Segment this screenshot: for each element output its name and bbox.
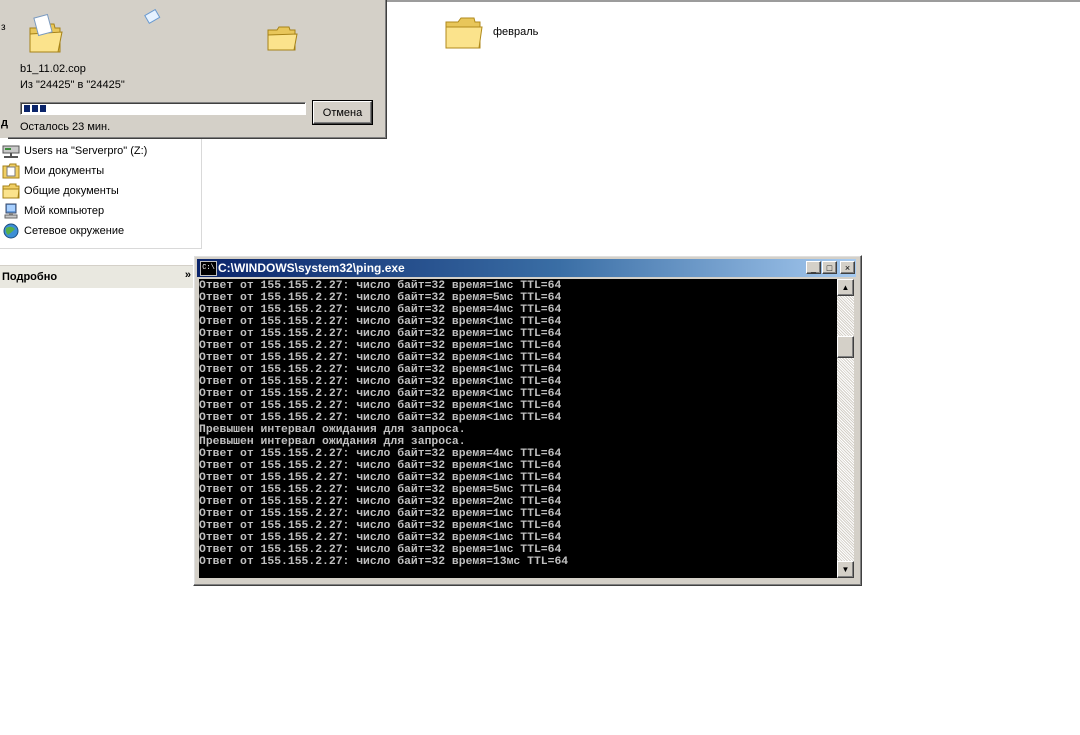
destination-folder-icon [267, 26, 298, 51]
console-line: Ответ от 155.155.2.27: число байт=32 вре… [199, 556, 569, 568]
console-line: Ответ от 155.155.2.27: число байт=32 вре… [199, 352, 562, 364]
console-line: Ответ от 155.155.2.27: число байт=32 вре… [199, 448, 562, 460]
console-line: Ответ от 155.155.2.27: число байт=32 вре… [199, 496, 562, 508]
place-label: Мой компьютер [24, 205, 105, 217]
edge-label-top: з [1, 22, 6, 33]
flying-document-icon [144, 8, 161, 25]
copy-progress-bar [20, 102, 306, 115]
console-title: C:\WINDOWS\system32\ping.exe [218, 261, 405, 275]
network-places-icon [3, 223, 19, 239]
place-shared-documents[interactable]: Общие документы [0, 181, 200, 201]
my-computer-icon [4, 203, 18, 219]
progress-block [32, 105, 38, 112]
network-drive-icon [2, 145, 20, 158]
place-label: Общие документы [24, 185, 119, 197]
minimize-button[interactable]: _ [806, 261, 821, 274]
console-line: Ответ от 155.155.2.27: число байт=32 вре… [199, 388, 562, 400]
copy-filename: b1_11.02.cop [20, 63, 86, 75]
place-my-computer[interactable]: Мой компьютер [0, 201, 200, 221]
place-label: Сетевое окружение [24, 225, 125, 237]
place-my-documents[interactable]: Мои документы [0, 161, 200, 181]
progress-block [24, 105, 30, 112]
cancel-button[interactable]: Отмена [313, 101, 372, 124]
my-documents-icon [2, 163, 20, 179]
console-line: Ответ от 155.155.2.27: число байт=32 вре… [199, 472, 562, 484]
progress-fill [24, 105, 46, 112]
console-line: Ответ от 155.155.2.27: число байт=32 вре… [199, 412, 562, 424]
console-line: Ответ от 155.155.2.27: число байт=32 вре… [199, 316, 562, 328]
place-label: Users на "Serverpro" (Z:) [24, 145, 148, 157]
console-line: Ответ от 155.155.2.27: число байт=32 вре… [199, 544, 562, 556]
console-line: Превышен интервал ожидания для запроса. [199, 436, 466, 448]
place-network-drive[interactable]: Users на "Serverpro" (Z:) [0, 141, 200, 161]
chevron-down-icon[interactable]: » [185, 269, 191, 281]
console-window: C:\ C:\WINDOWS\system32\ping.exe _ □ × О… [193, 255, 862, 586]
source-folder-icon [29, 13, 63, 53]
console-line: Ответ от 155.155.2.27: число байт=32 вре… [199, 508, 562, 520]
other-places-list: Users на "Serverpro" (Z:) Мои документы … [0, 141, 200, 241]
explorer-top-border [386, 0, 1080, 2]
console-text: Ответ от 155.155.2.27: число байт=32 вре… [199, 279, 837, 568]
console-line: Ответ от 155.155.2.27: число байт=32 вре… [199, 460, 562, 472]
place-label: Мои документы [24, 165, 105, 177]
console-line: Ответ от 155.155.2.27: число байт=32 вре… [199, 292, 562, 304]
console-line: Ответ от 155.155.2.27: число байт=32 вре… [199, 520, 562, 532]
copy-animation [29, 8, 298, 53]
close-button[interactable]: × [840, 261, 855, 274]
console-line: Ответ от 155.155.2.27: число байт=32 вре… [199, 376, 562, 388]
console-line: Ответ от 155.155.2.27: число байт=32 вре… [199, 340, 562, 352]
time-remaining: Осталось 23 мин. [20, 121, 111, 133]
folder-icon [445, 17, 483, 49]
copy-from-to: Из "24425" в "24425" [20, 79, 125, 91]
details-section-header[interactable]: Подробно » [0, 265, 194, 288]
scroll-up-button[interactable]: ▲ [837, 279, 854, 296]
progress-block [40, 105, 46, 112]
folder-name: февраль [493, 26, 539, 38]
scroll-thumb[interactable] [837, 336, 854, 358]
console-line: Ответ от 155.155.2.27: число байт=32 вре… [199, 364, 562, 376]
console-output[interactable]: Ответ от 155.155.2.27: число байт=32 вре… [199, 279, 837, 578]
console-line: Ответ от 155.155.2.27: число байт=32 вре… [199, 484, 562, 496]
console-titlebar[interactable]: C:\ C:\WINDOWS\system32\ping.exe _ □ × [197, 259, 856, 277]
console-line: Ответ от 155.155.2.27: число байт=32 вре… [199, 304, 562, 316]
folder-icon [2, 183, 20, 199]
scroll-down-button[interactable]: ▼ [837, 561, 854, 578]
copy-progress-dialog: b1_11.02.cop Из "24425" в "24425" Остало… [8, 0, 387, 139]
maximize-button[interactable]: □ [822, 261, 837, 274]
console-line: Ответ от 155.155.2.27: число байт=32 вре… [199, 328, 562, 340]
place-network-places[interactable]: Сетевое окружение [0, 221, 200, 241]
edge-label-bottom: д [1, 117, 8, 129]
console-line: Ответ от 155.155.2.27: число байт=32 вре… [199, 280, 562, 292]
console-app-icon[interactable]: C:\ [200, 261, 217, 276]
details-label: Подробно [2, 271, 58, 283]
console-line: Ответ от 155.155.2.27: число байт=32 вре… [199, 532, 562, 544]
console-line: Ответ от 155.155.2.27: число байт=32 вре… [199, 400, 562, 412]
console-line: Превышен интервал ожидания для запроса. [199, 424, 466, 436]
console-scrollbar[interactable]: ▲ ▼ [837, 279, 854, 578]
